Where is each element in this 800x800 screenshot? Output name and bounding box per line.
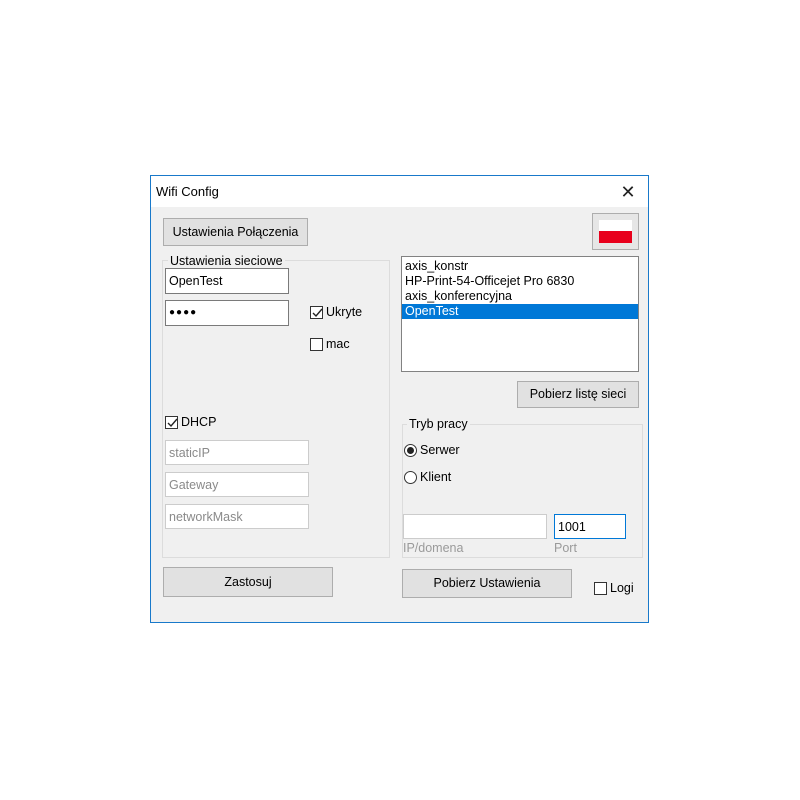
network-mask-input[interactable]: networkMask	[165, 504, 309, 529]
network-list-item[interactable]: axis_konferencyjna	[402, 289, 638, 304]
dhcp-label: DHCP	[181, 415, 217, 429]
password-input[interactable]: ●●●●	[165, 300, 289, 326]
server-label: Serwer	[420, 443, 460, 457]
dhcp-checkbox-box[interactable]	[165, 416, 178, 429]
apply-button[interactable]: Zastosuj	[163, 567, 333, 597]
window-title: Wifi Config	[156, 184, 219, 199]
gateway-input[interactable]: Gateway	[165, 472, 309, 497]
ip-domain-label: IP/domena	[403, 541, 464, 555]
port-input[interactable]: 1001	[554, 514, 626, 539]
network-list-item[interactable]: axis_konstr	[402, 259, 638, 274]
logs-checkbox-box[interactable]	[594, 582, 607, 595]
wifi-config-window: Wifi Config ✕ Ustawienia Połączenia Usta…	[150, 175, 649, 623]
ip-domain-input[interactable]	[403, 514, 547, 539]
title-bar: Wifi Config ✕	[151, 176, 648, 207]
server-radio-button[interactable]	[404, 444, 417, 457]
poland-flag-icon	[599, 220, 632, 243]
ssid-input[interactable]: OpenTest	[165, 268, 289, 294]
close-button[interactable]: ✕	[614, 179, 642, 205]
fetch-settings-button[interactable]: Pobierz Ustawienia	[402, 569, 572, 598]
checkmark-icon	[312, 308, 323, 318]
network-list-items: axis_konstr HP-Print-54-Officejet Pro 68…	[402, 257, 638, 319]
client-radio-button[interactable]	[404, 471, 417, 484]
port-label: Port	[554, 541, 577, 555]
network-list[interactable]: axis_konstr HP-Print-54-Officejet Pro 68…	[401, 256, 639, 372]
client-label: Klient	[420, 470, 452, 484]
network-list-item[interactable]: HP-Print-54-Officejet Pro 6830	[402, 274, 638, 289]
mac-label: mac	[326, 337, 350, 351]
logs-label: Logi	[610, 581, 634, 595]
fetch-networks-button[interactable]: Pobierz listę sieci	[517, 381, 639, 408]
hidden-checkbox-box[interactable]	[310, 306, 323, 319]
static-ip-input[interactable]: staticIP	[165, 440, 309, 465]
network-list-item-selected[interactable]: OpenTest	[402, 304, 638, 319]
work-mode-legend: Tryb pracy	[407, 417, 470, 431]
network-settings-legend: Ustawienia sieciowe	[168, 254, 285, 268]
mac-checkbox-box[interactable]	[310, 338, 323, 351]
connection-settings-button[interactable]: Ustawienia Połączenia	[163, 218, 308, 246]
checkmark-icon	[167, 418, 178, 428]
hidden-label: Ukryte	[326, 305, 363, 319]
language-flag-button[interactable]	[592, 213, 639, 250]
close-icon: ✕	[620, 182, 636, 202]
